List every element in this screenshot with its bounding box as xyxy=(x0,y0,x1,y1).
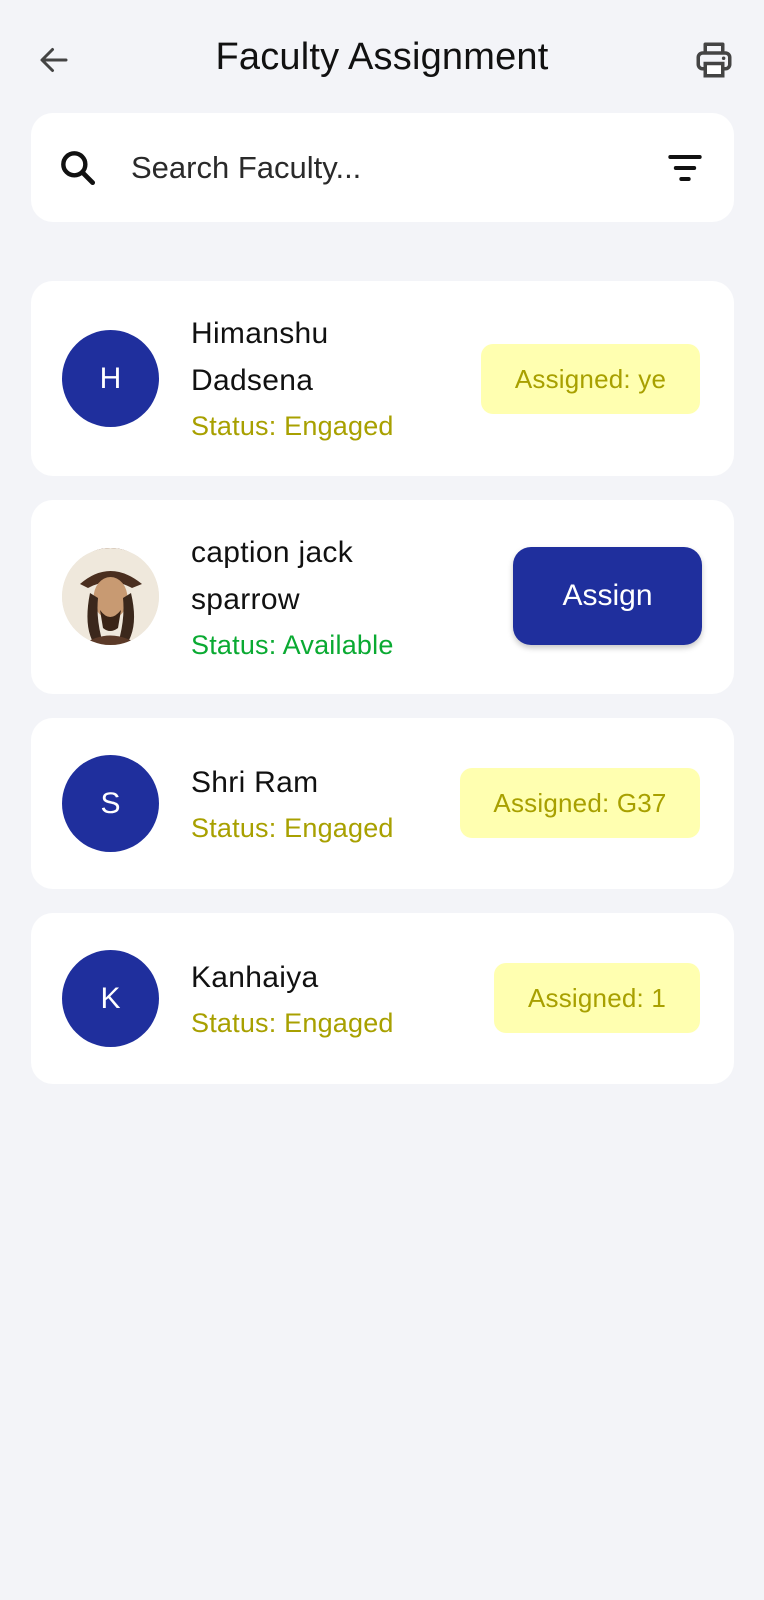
profile-photo-icon xyxy=(62,548,159,645)
assigned-badge: Assigned: 1 xyxy=(494,963,700,1033)
assigned-badge: Assigned: G37 xyxy=(460,768,700,838)
search-input[interactable] xyxy=(131,140,631,196)
app-bar: Faculty Assignment xyxy=(0,0,764,120)
assign-button[interactable]: Assign xyxy=(513,547,702,645)
page-title: Faculty Assignment xyxy=(215,36,549,78)
faculty-status: Status: Engaged xyxy=(191,411,394,441)
print-button[interactable] xyxy=(688,34,740,86)
avatar: S xyxy=(62,755,159,852)
printer-icon xyxy=(696,42,732,78)
faculty-name-line: Dadsena xyxy=(191,364,314,397)
search-icon xyxy=(61,151,96,186)
avatar-initial: H xyxy=(99,361,122,395)
faculty-status: Status: Engaged xyxy=(191,813,394,843)
avatar-initial: S xyxy=(100,786,121,820)
faculty-name-line: caption jack xyxy=(191,536,354,569)
avatar: K xyxy=(62,950,159,1047)
faculty-name: Shri Ram xyxy=(191,766,319,799)
avatar-initial: K xyxy=(100,981,121,1015)
faculty-name-line: Himanshu xyxy=(191,317,329,350)
faculty-status: Status: Available xyxy=(191,630,394,660)
avatar: H xyxy=(62,330,159,427)
faculty-name: Kanhaiya xyxy=(191,961,319,994)
faculty-status: Status: Engaged xyxy=(191,1008,394,1038)
avatar xyxy=(62,548,159,645)
filter-icon[interactable] xyxy=(660,146,710,190)
faculty-name-line: sparrow xyxy=(191,583,300,616)
assigned-badge: Assigned: ye xyxy=(481,344,700,414)
